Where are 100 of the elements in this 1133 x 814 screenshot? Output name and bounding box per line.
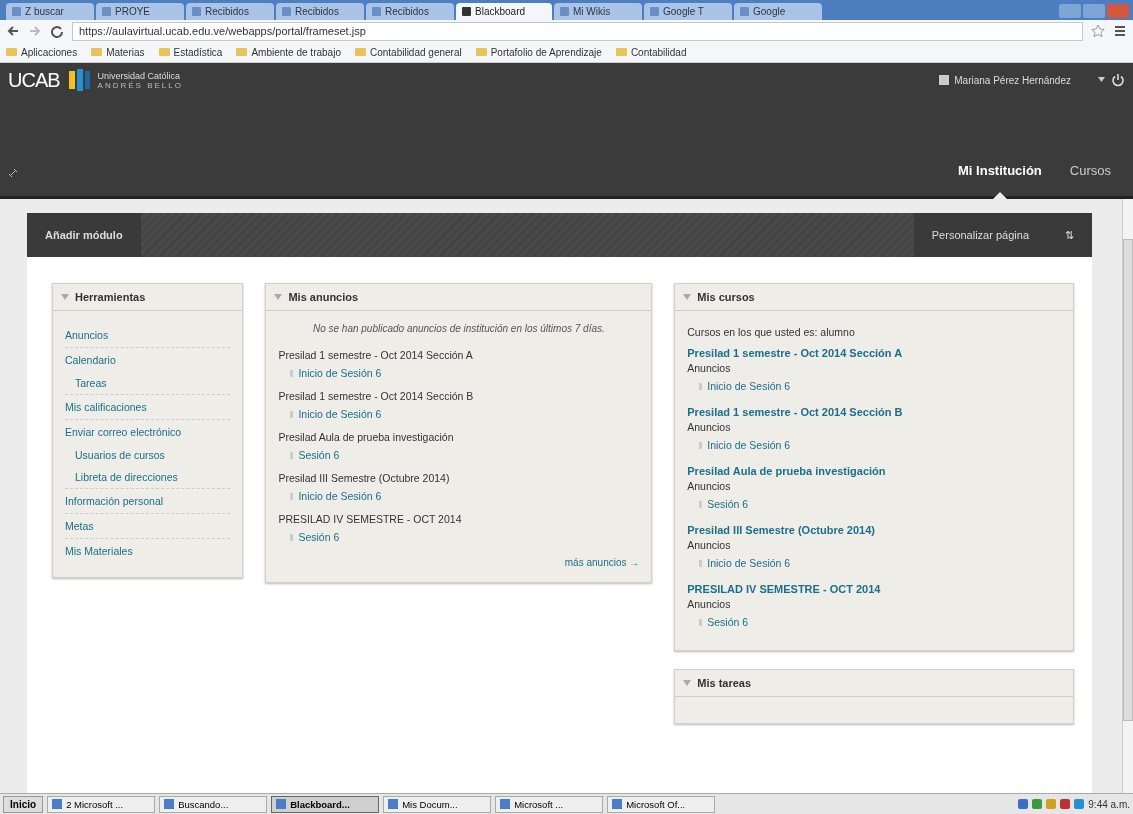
folder-icon	[6, 48, 17, 56]
tab-icon	[102, 7, 111, 16]
course-link[interactable]: PRESILAD IV SEMESTRE - OCT 2014	[687, 583, 1061, 595]
browser-tab[interactable]: Recibidos	[186, 3, 274, 20]
course-name: Presilad III Semestre (Octubre 2014)	[278, 472, 451, 484]
course-name: Presilad 1 semestre - Oct 2014 Sección B	[278, 390, 475, 402]
customize-button[interactable]: Personalizar página	[913, 213, 1047, 257]
course-name: PRESILAD IV SEMESTRE - OCT 2014	[278, 513, 463, 525]
university-name: Universidad Católica	[97, 70, 182, 81]
bookmark[interactable]: Contabilidad general	[354, 46, 462, 58]
taskbar-button[interactable]: Buscando...	[159, 795, 268, 813]
tray-icon[interactable]	[1060, 799, 1071, 809]
tray-icon[interactable]	[1074, 799, 1085, 809]
tab-icon	[560, 7, 569, 16]
course-link[interactable]: Presilad 1 semestre - Oct 2014 Sección A	[687, 347, 1061, 359]
clock: 9:44 a.m.	[1088, 798, 1130, 810]
tab-icon	[282, 7, 291, 16]
nav-tab[interactable]: Cursos	[1055, 163, 1125, 196]
tool-link[interactable]: Tareas	[65, 372, 231, 395]
browser-tab[interactable]: Google T	[644, 3, 732, 20]
collapse-icon[interactable]	[61, 294, 69, 300]
tab-icon	[740, 7, 749, 16]
tab-icon	[192, 7, 201, 16]
announcement-link[interactable]: Sesión 6	[290, 449, 640, 461]
course-link[interactable]: Presilad Aula de prueba investigación	[687, 465, 1061, 477]
tool-link[interactable]: Información personal	[65, 489, 231, 514]
panel-title: Mis cursos	[697, 291, 755, 303]
user-name[interactable]: Mariana Pérez Hernández	[954, 74, 1071, 86]
tab-icon	[650, 7, 659, 16]
bookmark[interactable]: Materias	[91, 46, 145, 58]
bookmark[interactable]: Ambiente de trabajo	[236, 46, 341, 58]
tool-link[interactable]: Metas	[65, 514, 231, 539]
taskbar-button[interactable]: Microsoft Of...	[607, 795, 716, 813]
star-icon[interactable]	[1091, 24, 1105, 38]
announcement-link[interactable]: Inicio de Sesión 6	[290, 367, 640, 379]
course-link[interactable]: Presilad III Semestre (Octubre 2014)	[687, 524, 1061, 536]
tray-icon[interactable]	[1046, 799, 1057, 809]
browser-tab[interactable]: PROYE	[96, 3, 184, 20]
bookmark[interactable]: Estadística	[158, 46, 223, 58]
announcement-link[interactable]: Inicio de Sesión 6	[699, 439, 1061, 451]
tray-icon[interactable]	[1032, 799, 1043, 809]
forward-icon[interactable]	[28, 24, 42, 38]
taskbar-button[interactable]: Mis Docum...	[383, 795, 492, 813]
folder-icon	[354, 48, 366, 56]
folder-icon	[158, 48, 170, 56]
bookmark[interactable]: Aplicaciones	[6, 46, 78, 58]
notice-text: No se han publicado anuncios de institución en los últimos 7 días.	[311, 323, 606, 334]
sort-button[interactable]: ⇅	[1047, 213, 1092, 257]
tray-icon[interactable]	[1018, 799, 1029, 809]
folder-icon	[91, 48, 103, 56]
tool-link[interactable]: Mis calificaciones	[65, 395, 231, 420]
announcement-link[interactable]: Inicio de Sesión 6	[699, 557, 1061, 569]
browser-tab[interactable]: Recibidos	[276, 3, 364, 20]
tab-icon	[462, 7, 471, 16]
announcement-link[interactable]: Sesión 6	[290, 531, 640, 543]
collapse-icon[interactable]	[274, 294, 283, 300]
course-name: Presilad Aula de prueba investigación	[278, 431, 455, 443]
back-icon[interactable]	[6, 24, 20, 38]
browser-tab[interactable]: Mi Wikis	[554, 3, 642, 20]
address-field[interactable]: https://aulavirtual.ucab.edu.ve/webapps/portal/frameset.jsp	[72, 21, 1083, 41]
announcement-link[interactable]: Sesión 6	[699, 616, 1061, 628]
course-name: Presilad 1 semestre - Oct 2014 Sección A	[278, 349, 474, 361]
course-link[interactable]: Presilad 1 semestre - Oct 2014 Sección B	[687, 406, 1061, 418]
menu-icon[interactable]	[1113, 24, 1127, 38]
panel-title: Mis tareas	[697, 677, 752, 689]
section-label: Anuncios	[687, 598, 732, 610]
power-icon[interactable]	[1111, 73, 1125, 87]
announcement-link[interactable]: Sesión 6	[699, 498, 1061, 510]
browser-tab[interactable]: Google	[734, 3, 822, 20]
folder-icon	[236, 48, 248, 56]
browser-tab[interactable]: Recibidos	[366, 3, 454, 20]
tool-link[interactable]: Usuarios de cursos	[65, 444, 231, 466]
browser-tab[interactable]: Z buscar	[6, 3, 94, 20]
tool-link[interactable]: Mis Materiales	[65, 539, 231, 563]
taskbar-button[interactable]: 2 Microsoft ...	[47, 795, 156, 813]
folder-icon	[475, 48, 487, 56]
section-label: Anuncios	[687, 480, 732, 492]
logo-text: UCAB	[8, 68, 60, 92]
announcement-link[interactable]: Inicio de Sesión 6	[290, 408, 640, 420]
taskbar-button[interactable]: Microsoft ...	[495, 795, 604, 813]
scrollbar[interactable]	[1122, 199, 1133, 793]
collapse-icon[interactable]	[683, 680, 692, 686]
panel-title: Herramientas	[75, 291, 146, 303]
collapse-icon[interactable]	[683, 294, 692, 300]
reload-icon[interactable]	[50, 24, 64, 38]
tool-link[interactable]: Calendario	[65, 348, 231, 372]
more-link[interactable]: más anuncios →	[564, 557, 640, 568]
start-button[interactable]: Inicio	[3, 795, 44, 813]
browser-tab[interactable]: Blackboard	[456, 3, 552, 20]
tool-link[interactable]: Libreta de direcciones	[65, 466, 231, 489]
taskbar-button[interactable]: Blackboard...	[271, 795, 380, 813]
announcement-link[interactable]: Inicio de Sesión 6	[290, 490, 640, 502]
tool-link[interactable]: Anuncios	[65, 323, 231, 348]
add-module-button[interactable]: Añadir módulo	[27, 213, 141, 257]
bookmark[interactable]: Contabilidad	[615, 46, 687, 58]
tab-icon	[372, 7, 381, 16]
tool-link[interactable]: Enviar correo electrónico	[65, 420, 231, 444]
announcement-link[interactable]: Inicio de Sesión 6	[699, 380, 1061, 392]
section-label: Anuncios	[687, 421, 732, 433]
bookmark[interactable]: Portafolio de Aprendizaje	[475, 46, 602, 58]
